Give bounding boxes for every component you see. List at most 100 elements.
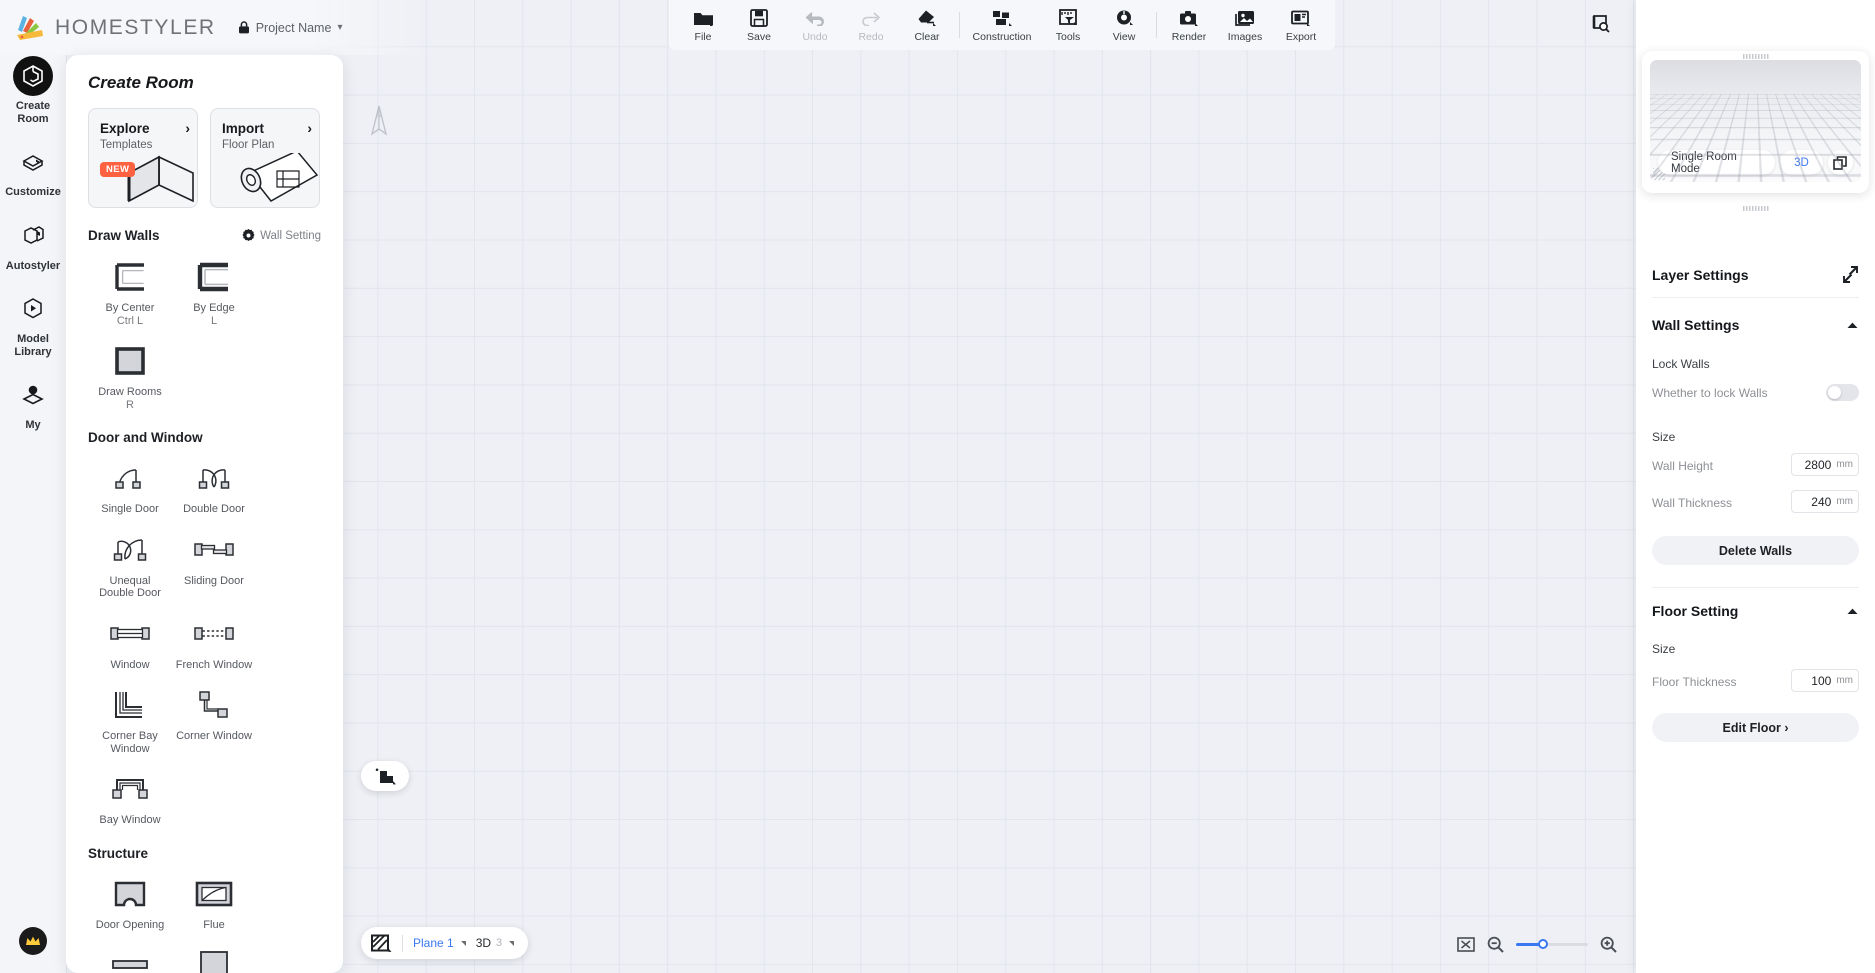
delete-walls-button[interactable]: Delete Walls	[1652, 536, 1859, 565]
add-level-icon	[375, 768, 396, 785]
tool-french-window[interactable]: French Window	[172, 614, 256, 672]
toolbar-label: Export	[1285, 31, 1317, 43]
wall-thickness-input[interactable]: 240 mm	[1791, 490, 1859, 513]
folder-icon	[692, 8, 714, 28]
search-doc-icon[interactable]	[1590, 13, 1612, 35]
sidebar-item-label: Model	[17, 333, 49, 345]
toolbar-label: View	[1112, 31, 1136, 43]
chevron-up-icon[interactable]	[1846, 321, 1859, 330]
tool-window[interactable]: Window	[88, 614, 172, 672]
beam-icon	[111, 945, 149, 973]
customize-icon	[13, 142, 53, 182]
plane-selector[interactable]: Plane 1	[413, 936, 466, 950]
toolbar-label: Undo	[802, 31, 828, 43]
room-corner-art	[127, 155, 194, 203]
wall-setting-link[interactable]: Wall Setting	[242, 229, 321, 242]
toolbar-export-button[interactable]: Export	[1273, 4, 1329, 48]
corner-window-icon	[196, 685, 232, 725]
view-mode-3d-button[interactable]: 3D	[1780, 150, 1823, 175]
wall-settings-header[interactable]: Wall Settings	[1652, 317, 1859, 333]
tool-beam[interactable]: Beam	[88, 945, 172, 973]
toolbar-undo-button[interactable]: Undo	[787, 4, 843, 48]
toolbar-view-button[interactable]: View	[1096, 4, 1152, 48]
expand-diagonal-icon[interactable]	[1842, 266, 1859, 283]
lock-walls-toggle[interactable]	[1826, 384, 1859, 401]
add-level-button[interactable]	[361, 761, 409, 791]
project-name-dropdown[interactable]: Project Name ▾	[238, 21, 342, 35]
sidebar-item-label: Customize	[5, 186, 61, 198]
card-title: Import	[222, 120, 264, 136]
floor-size-label: Size	[1652, 642, 1676, 656]
toolbar-clear-button[interactable]: Clear	[899, 4, 955, 48]
model-library-icon	[13, 289, 53, 329]
toolbar-redo-button[interactable]: Redo	[843, 4, 899, 48]
preview-3d-viewport[interactable]: Single Room Mode 3D	[1650, 60, 1861, 182]
view-mode-selector[interactable]: 3D 3	[476, 936, 515, 950]
import-floorplan-card[interactable]: Import › Floor Plan	[210, 108, 320, 208]
preview-buttons: Single Room Mode 3D	[1658, 150, 1853, 175]
drag-handle[interactable]	[1742, 54, 1769, 59]
section-title: Layer Settings	[1652, 266, 1749, 283]
tool-unequal-double-door[interactable]: Unequal Double Door	[88, 530, 172, 600]
sidebar-item-model-library[interactable]: Model Library	[0, 289, 67, 358]
card-subtitle: Templates	[100, 139, 153, 151]
toolbar-divider	[959, 12, 960, 38]
toolbar-save-button[interactable]: Save	[731, 4, 787, 48]
toolbar-render-button[interactable]: Render	[1161, 4, 1217, 48]
tool-draw-rooms[interactable]: Draw Rooms R	[88, 341, 172, 411]
toolbar-tools-button[interactable]: Tools	[1040, 4, 1096, 48]
floor-setting-header[interactable]: Floor Setting	[1652, 603, 1859, 619]
floor-thickness-value: 100	[1811, 673, 1832, 688]
tool-door-opening[interactable]: Door Opening	[88, 874, 172, 932]
layer-settings-header[interactable]: Layer Settings	[1652, 266, 1859, 283]
tool-double-door[interactable]: Double Door	[172, 458, 256, 516]
tool-single-door[interactable]: Single Door	[88, 458, 172, 516]
tool-by-edge[interactable]: By Edge L	[172, 257, 256, 327]
tool-by-center[interactable]: By Center Ctrl L	[88, 257, 172, 327]
zoom-controls	[1457, 930, 1617, 958]
duplicate-window-icon[interactable]	[1827, 150, 1853, 175]
toolbar-label: Save	[747, 31, 771, 43]
zoom-slider[interactable]	[1516, 939, 1588, 949]
tool-sliding-door[interactable]: Sliding Door	[172, 530, 256, 600]
fit-screen-icon[interactable]	[1457, 936, 1475, 952]
section-title: Wall Settings	[1652, 317, 1740, 333]
draw-walls-grid: By Center Ctrl L By Edge L Draw Rooms R	[88, 257, 321, 425]
sidebar-item-create-room[interactable]: Create Room	[0, 56, 67, 125]
explore-templates-card[interactable]: Explore › Templates NEW	[88, 108, 198, 208]
redo-arrow-icon	[860, 8, 882, 28]
crown-badge-icon[interactable]	[19, 927, 47, 955]
toolbar-label: File	[694, 31, 712, 43]
sidebar-item-autostyler[interactable]: Autostyler	[0, 216, 67, 273]
tool-square-column[interactable]: Square Column	[172, 945, 256, 973]
door-window-grid: Single Door Double Door Unequal Double D…	[88, 458, 321, 841]
toolbar-construction-button[interactable]: Construction	[964, 4, 1040, 48]
sidebar-item-my[interactable]: My	[0, 375, 67, 432]
edit-floor-button[interactable]: Edit Floor ›	[1652, 713, 1859, 742]
tool-flue[interactable]: Flue	[172, 874, 256, 932]
tool-corner-bay-window[interactable]: Corner Bay Window	[88, 685, 172, 755]
wall-height-input[interactable]: 2800 mm	[1791, 453, 1859, 476]
tool-shortcut: R	[126, 398, 134, 411]
sidebar-item-customize[interactable]: Customize	[0, 142, 67, 199]
toolbar-file-button[interactable]: File	[675, 4, 731, 48]
ruler-tools-icon	[1057, 8, 1079, 28]
panel-drag-handle[interactable]	[1742, 206, 1769, 211]
wall-height-label: Wall Height	[1652, 459, 1713, 473]
single-room-mode-button[interactable]: Single Room Mode	[1658, 150, 1776, 175]
zoom-slider-knob[interactable]	[1538, 939, 1548, 949]
chevron-up-icon[interactable]	[1846, 607, 1859, 616]
floor-thickness-input[interactable]: 100 mm	[1791, 669, 1859, 692]
tool-bay-window[interactable]: Bay Window	[88, 769, 172, 827]
homestyler-logo-icon	[17, 15, 43, 40]
toolbar-images-button[interactable]: Images	[1217, 4, 1273, 48]
zoom-in-icon[interactable]	[1600, 936, 1617, 953]
section-title-structure: Structure	[88, 845, 149, 861]
construction-icon	[991, 8, 1013, 28]
floor-thickness-label: Floor Thickness	[1652, 675, 1737, 689]
images-icon	[1234, 8, 1256, 28]
wall-thickness-value: 240	[1811, 494, 1832, 509]
zoom-out-icon[interactable]	[1487, 936, 1504, 953]
hatch-pattern-icon[interactable]	[371, 934, 392, 953]
tool-corner-window[interactable]: Corner Window	[172, 685, 256, 755]
